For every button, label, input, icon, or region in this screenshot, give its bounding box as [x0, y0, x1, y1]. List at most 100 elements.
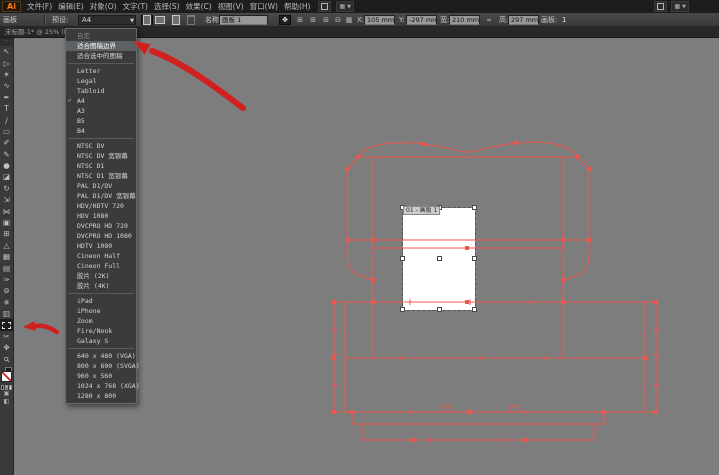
scale-tool[interactable]: ⇲ [0, 194, 13, 205]
eyedropper-tool[interactable]: ✑ [0, 274, 13, 285]
preset-option[interactable]: 1280 x 800 [66, 391, 136, 401]
preset-option[interactable]: iPhone [66, 306, 136, 316]
blob-brush-tool[interactable]: ● [0, 160, 13, 171]
new-artboard-button[interactable] [170, 15, 182, 25]
preset-option[interactable]: HDV/HDTV 720 [66, 201, 136, 211]
slice-tool[interactable]: ✂ [0, 331, 13, 342]
zoom-tool[interactable]: ⚲ [0, 354, 13, 365]
preset-option[interactable]: 自定 [66, 31, 136, 41]
preset-option[interactable]: 胶片 (2K) [66, 271, 136, 281]
preset-option[interactable]: B5 [66, 116, 136, 126]
preset-option[interactable]: Letter [66, 66, 136, 76]
menu-help[interactable]: 帮助(H) [281, 0, 314, 13]
preset-option[interactable]: PAL D1/DV 宽银幕 [66, 191, 136, 201]
fill-none-swatch[interactable] [1, 371, 12, 382]
magic-wand-tool[interactable]: ✶ [0, 69, 13, 80]
panel-grip[interactable]: ·· [0, 38, 13, 46]
artboard-options-icon-2[interactable]: ⊞ [307, 15, 319, 25]
preset-option[interactable]: A3 [66, 106, 136, 116]
artboard-grid-icon[interactable]: ▦ [343, 15, 355, 25]
preset-option[interactable]: PAL D1/DV [66, 181, 136, 191]
preset-option[interactable]: 适合选中的图稿 [66, 51, 136, 61]
preset-option[interactable]: 800 x 600 (SVGA) [66, 361, 136, 371]
preset-option[interactable]: 640 x 480 (VGA) [66, 351, 136, 361]
perspective-grid-tool[interactable]: △ [0, 240, 13, 251]
preset-option[interactable]: Galaxy S [66, 336, 136, 346]
eraser-tool[interactable]: ◪ [0, 171, 13, 182]
preset-option[interactable]: DVCPRO HD 720 [66, 221, 136, 231]
portrait-orientation-button[interactable] [141, 15, 153, 25]
link-dimensions-icon[interactable]: ∞ [483, 15, 495, 25]
preset-option[interactable]: iPad [66, 296, 136, 306]
line-segment-tool[interactable]: ∕ [0, 114, 13, 125]
preset-option[interactable]: NTSC DV [66, 141, 136, 151]
preset-option[interactable]: HDV 1080 [66, 211, 136, 221]
menu-effect[interactable]: 效果(C) [183, 0, 215, 13]
menu-object[interactable]: 对象(O) [87, 0, 120, 13]
x-input[interactable]: 105 mm [364, 15, 395, 25]
screen-mode-button[interactable]: ◧ [0, 398, 13, 406]
shape-builder-tool[interactable]: ⊞ [0, 228, 13, 239]
selection-handle[interactable] [472, 205, 477, 210]
preset-option[interactable]: 适合图稿边界 [66, 41, 136, 51]
preset-option[interactable]: NTSC D1 宽银幕 [66, 171, 136, 181]
drawing-mode-button[interactable]: ▣ [0, 390, 13, 398]
preset-option[interactable]: NTSC DV 宽银幕 [66, 151, 136, 161]
artboard-options-icon-1[interactable]: ⊞ [294, 15, 306, 25]
menu-edit[interactable]: 编辑(E) [55, 0, 87, 13]
direct-selection-tool[interactable]: ▷ [0, 57, 13, 68]
preset-option[interactable]: Zoom [66, 316, 136, 326]
preset-option[interactable]: Fire/Nook [66, 326, 136, 336]
selection-handle[interactable] [472, 256, 477, 261]
rectangle-tool[interactable]: ▭ [0, 126, 13, 137]
selection-handle[interactable] [437, 307, 442, 312]
width-tool[interactable]: ⋈ [0, 205, 13, 216]
preset-option[interactable]: Cineon Full [66, 261, 136, 271]
artboard-name-input[interactable]: 画板 1 [219, 15, 268, 25]
rotate-tool[interactable]: ↻ [0, 183, 13, 194]
width-input[interactable]: 210 mm [449, 15, 480, 25]
preset-option[interactable]: 1024 x 768 (XGA) [66, 381, 136, 391]
blend-tool[interactable]: ⊚ [0, 285, 13, 296]
artboard-tool[interactable] [0, 319, 13, 330]
menu-select[interactable]: 选择(S) [151, 0, 183, 13]
pen-tool[interactable]: ✒ [0, 92, 13, 103]
landscape-orientation-button[interactable] [154, 15, 166, 25]
selection-handle[interactable] [400, 307, 405, 312]
selection-handle[interactable] [400, 256, 405, 261]
pencil-tool[interactable]: ✎ [0, 149, 13, 160]
preset-option[interactable]: B4 [66, 126, 136, 136]
selection-handle[interactable] [437, 256, 442, 261]
mesh-tool[interactable]: ▦ [0, 251, 13, 262]
height-input[interactable]: 297 mm [508, 15, 539, 25]
preset-dropdown-trigger[interactable]: A4 ▼ [78, 15, 136, 25]
selection-tool[interactable]: ↖ [0, 46, 13, 57]
hand-tool[interactable]: ✥ [0, 342, 13, 353]
preset-option[interactable]: DVCPRO HD 1080 [66, 231, 136, 241]
menu-file[interactable]: 文件(F) [24, 0, 55, 13]
artboard-options-icon-3[interactable]: ⊞ [320, 15, 332, 25]
preset-option[interactable]: 胶片 (4K) [66, 281, 136, 291]
none-button[interactable] [9, 385, 12, 390]
paintbrush-tool[interactable]: ✐ [0, 137, 13, 148]
lasso-tool[interactable]: ∿ [0, 80, 13, 91]
free-transform-tool[interactable]: ▣ [0, 217, 13, 228]
move-artwork-toggle[interactable]: ✥ [279, 15, 291, 25]
preset-option[interactable]: 960 x 560 [66, 371, 136, 381]
gradient-tool[interactable]: ▤ [0, 262, 13, 273]
preset-option[interactable]: ✓A4 [66, 96, 136, 106]
preset-option[interactable]: Tabloid [66, 86, 136, 96]
column-graph-tool[interactable]: ▥ [0, 308, 13, 319]
arrange-documents-icon[interactable] [318, 1, 331, 12]
type-tool[interactable]: T [0, 103, 13, 114]
fill-stroke-indicator[interactable] [0, 367, 13, 384]
delete-artboard-button[interactable] [185, 15, 197, 25]
app-bar-icon[interactable] [654, 1, 667, 12]
preset-option[interactable]: Cineon Half [66, 251, 136, 261]
menu-view[interactable]: 视图(V) [215, 0, 247, 13]
preset-option[interactable]: Legal [66, 76, 136, 86]
workspace-switcher[interactable]: ▦ ▼ [336, 1, 354, 12]
menu-window[interactable]: 窗口(W) [247, 0, 281, 13]
preset-option[interactable]: NTSC D1 [66, 161, 136, 171]
y-input[interactable]: -297 mm [406, 15, 437, 25]
